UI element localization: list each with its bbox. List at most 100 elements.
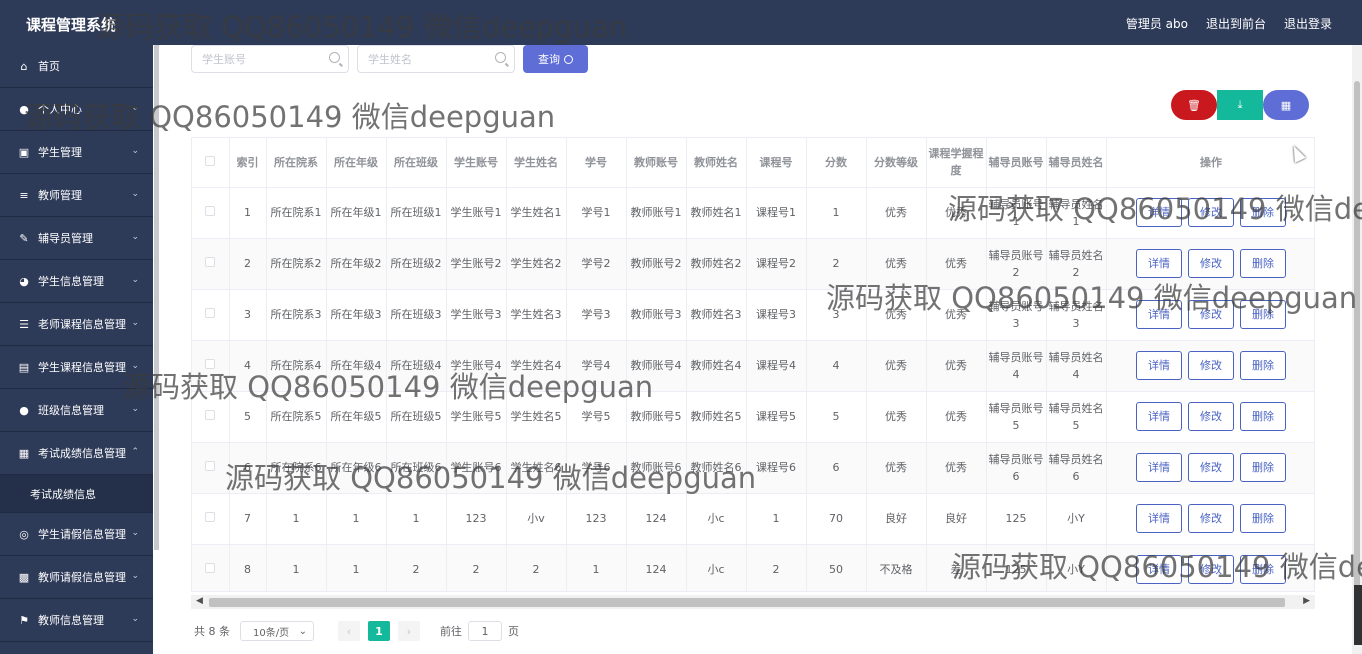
table-cell: 3 xyxy=(806,289,867,341)
page-number-1[interactable]: 1 xyxy=(368,621,390,641)
chevron-down-icon: ⌄ xyxy=(131,103,139,113)
page-size-select[interactable]: 10条/页 ⌄ xyxy=(240,621,314,641)
compass-icon: ◕ xyxy=(19,274,29,288)
table-cell: 所在班级6 xyxy=(386,442,447,494)
table-cell: 教师姓名3 xyxy=(686,289,747,341)
delete-button[interactable]: 删除 xyxy=(1240,402,1286,431)
delete-button[interactable]: 删除 xyxy=(1240,504,1286,533)
horizontal-scrollbar[interactable]: ◀ ▶ xyxy=(191,595,1315,609)
table-row[interactable]: 8 1 1 2 2 2 1 124 小c 2 50 不及格差 125 小Y 详情 修改 删除 xyxy=(192,544,1314,591)
table-row[interactable]: 2 所在院系2 所在年级2 所在班级2 学生账号2 学生姓名2 学号2 教师账号2 教师姓名2 课… xyxy=(192,238,1314,290)
row-checkbox[interactable] xyxy=(205,461,216,471)
table-row[interactable]: 3 所在院系3 所在年级3 所在班级3 学生账号3 学生姓名3 学号3 教师账号3 教师姓名3 课… xyxy=(192,289,1314,341)
row-checkbox[interactable] xyxy=(205,410,216,420)
row-actions: 详情 修改 删除 xyxy=(1106,238,1314,290)
page-scrollbar[interactable] xyxy=(1352,45,1362,654)
statistics-button[interactable]: ▦ xyxy=(1263,90,1309,120)
sidebar-item-students[interactable]: ▣ 学生管理 ⌄ xyxy=(0,131,153,174)
sidebar-item-counselors[interactable]: ✎ 辅导员管理 ⌄ xyxy=(0,217,153,260)
next-page-button[interactable]: › xyxy=(398,621,420,641)
table-cell: 所在年级4 xyxy=(326,340,387,392)
sidebar-item-label: 考试成绩信息管理 xyxy=(38,447,126,460)
sidebar-item-teacher-leave[interactable]: ▩ 教师请假信息管理 ⌄ xyxy=(0,556,153,599)
page-unit-label: 页 xyxy=(508,625,519,638)
detail-button[interactable]: 详情 xyxy=(1136,555,1182,584)
exit-front-link[interactable]: 退出到前台 xyxy=(1206,15,1266,32)
table-row[interactable]: 4 所在院系4 所在年级4 所在班级4 学生账号4 学生姓名4 学号4 教师账号4 教师姓名4 课… xyxy=(192,340,1314,392)
table-cell: 学生账号5 xyxy=(446,391,507,443)
edit-button[interactable]: 修改 xyxy=(1188,402,1234,431)
table-cell: 124 xyxy=(626,493,687,545)
edit-button[interactable]: 修改 xyxy=(1188,300,1234,329)
submenu-exam-score-info[interactable]: 考试成绩信息 xyxy=(0,475,153,513)
prev-page-button[interactable]: ‹ xyxy=(338,621,360,641)
sidebar-item-teachers[interactable]: ≡ 教师管理 ⌄ xyxy=(0,174,153,217)
row-checkbox[interactable] xyxy=(205,308,216,318)
delete-button[interactable]: 删除 xyxy=(1240,555,1286,584)
edit-button[interactable]: 修改 xyxy=(1188,249,1234,278)
page-scrollbar-thumb[interactable] xyxy=(1354,81,1360,626)
sidebar-item-profile[interactable]: ● 个人中心 ⌄ xyxy=(0,88,153,131)
edit-button[interactable]: 修改 xyxy=(1188,555,1234,584)
detail-button[interactable]: 详情 xyxy=(1136,351,1182,380)
table-row[interactable]: 7 1 1 1 123 小v 123 124 小c 1 70 良好 良好 125 小Y 详情 修改 删除 xyxy=(192,493,1314,545)
detail-button[interactable]: 详情 xyxy=(1136,300,1182,329)
sliders-icon: ≡ xyxy=(19,188,29,202)
table-cell: 辅导员姓名4 xyxy=(1046,340,1107,392)
sidebar-item-class-info[interactable]: ● 班级信息管理 ⌄ xyxy=(0,389,153,432)
sidebar-item-student-course[interactable]: ▤ 学生课程信息管理 ⌄ xyxy=(0,346,153,389)
student-account-input[interactable] xyxy=(192,46,322,72)
sidebar-item-home[interactable]: ⌂ 首页 xyxy=(0,45,153,88)
query-button[interactable]: 查询 xyxy=(523,45,588,73)
delete-button[interactable]: 删除 xyxy=(1240,453,1286,482)
sidebar-item-teacher-info[interactable]: ⚑ 教师信息管理 ⌄ xyxy=(0,599,153,642)
delete-button[interactable]: 删除 xyxy=(1240,249,1286,278)
edit-button[interactable]: 修改 xyxy=(1188,198,1234,227)
detail-button[interactable]: 详情 xyxy=(1136,453,1182,482)
student-name-search xyxy=(357,45,515,73)
delete-button[interactable]: 删除 xyxy=(1240,198,1286,227)
app-title: 课程管理系统 xyxy=(26,16,117,34)
edit-button[interactable]: 修改 xyxy=(1188,351,1234,380)
scroll-right-icon[interactable]: ▶ xyxy=(1303,596,1310,606)
scroll-left-icon[interactable]: ◀ xyxy=(196,596,203,606)
batch-delete-button[interactable]: 🗑 xyxy=(1171,90,1217,120)
sidebar-item-student-info[interactable]: ◕ 学生信息管理 ⌄ xyxy=(0,260,153,303)
row-actions: 详情 修改 删除 xyxy=(1106,187,1314,239)
column-header: 索引 xyxy=(229,138,267,188)
detail-button[interactable]: 详情 xyxy=(1136,402,1182,431)
table-cell: 小c xyxy=(686,493,747,545)
logout-link[interactable]: 退出登录 xyxy=(1284,15,1332,32)
sidebar-item-teacher-course[interactable]: ☰ 老师课程信息管理 ⌄ xyxy=(0,303,153,346)
edit-button[interactable]: 修改 xyxy=(1188,504,1234,533)
list-icon: ☰ xyxy=(19,317,29,331)
row-checkbox[interactable] xyxy=(205,563,216,573)
detail-button[interactable]: 详情 xyxy=(1136,504,1182,533)
edit-button[interactable]: 修改 xyxy=(1188,453,1234,482)
delete-button[interactable]: 删除 xyxy=(1240,300,1286,329)
table-row[interactable]: 5 所在院系5 所在年级5 所在班级5 学生账号5 学生姓名5 学号5 教师账号5 教师姓名5 课… xyxy=(192,391,1314,443)
table-row[interactable]: 6 所在院系6 所在年级6 所在班级6 学生账号6 学生姓名6 学号6 教师账号6 教师姓名6 课… xyxy=(192,442,1314,494)
row-actions: 详情 修改 删除 xyxy=(1106,340,1314,392)
scrollbar-thumb[interactable] xyxy=(209,598,1285,607)
table-cell: 课程号6 xyxy=(746,442,807,494)
sidebar-item-student-leave[interactable]: ◎ 学生请假信息管理 ⌄ xyxy=(0,513,153,556)
select-all-checkbox[interactable] xyxy=(205,155,216,166)
table-cell: 所在院系6 xyxy=(266,442,327,494)
admin-label[interactable]: 管理员 abo xyxy=(1126,15,1188,32)
student-name-input[interactable] xyxy=(358,46,488,72)
row-checkbox[interactable] xyxy=(205,512,216,522)
table-cell: 所在年级2 xyxy=(326,238,387,290)
detail-button[interactable]: 详情 xyxy=(1136,198,1182,227)
table-row[interactable]: 1 所在院系1 所在年级1 所在班级1 学生账号1 学生姓名1 学号1 教师账号1 教师姓名1 课… xyxy=(192,187,1314,239)
sidebar-item-exam-scores[interactable]: ▦ 考试成绩信息管理 ⌃ xyxy=(0,432,153,475)
row-checkbox[interactable] xyxy=(205,257,216,267)
row-checkbox[interactable] xyxy=(205,359,216,369)
row-checkbox[interactable] xyxy=(205,206,216,216)
detail-button[interactable]: 详情 xyxy=(1136,249,1182,278)
column-header: 所在院系 xyxy=(266,138,327,188)
export-button[interactable]: ⤓ xyxy=(1217,90,1263,120)
delete-button[interactable]: 删除 xyxy=(1240,351,1286,380)
table-cell: 所在班级3 xyxy=(386,289,447,341)
goto-page-input[interactable] xyxy=(468,621,502,641)
